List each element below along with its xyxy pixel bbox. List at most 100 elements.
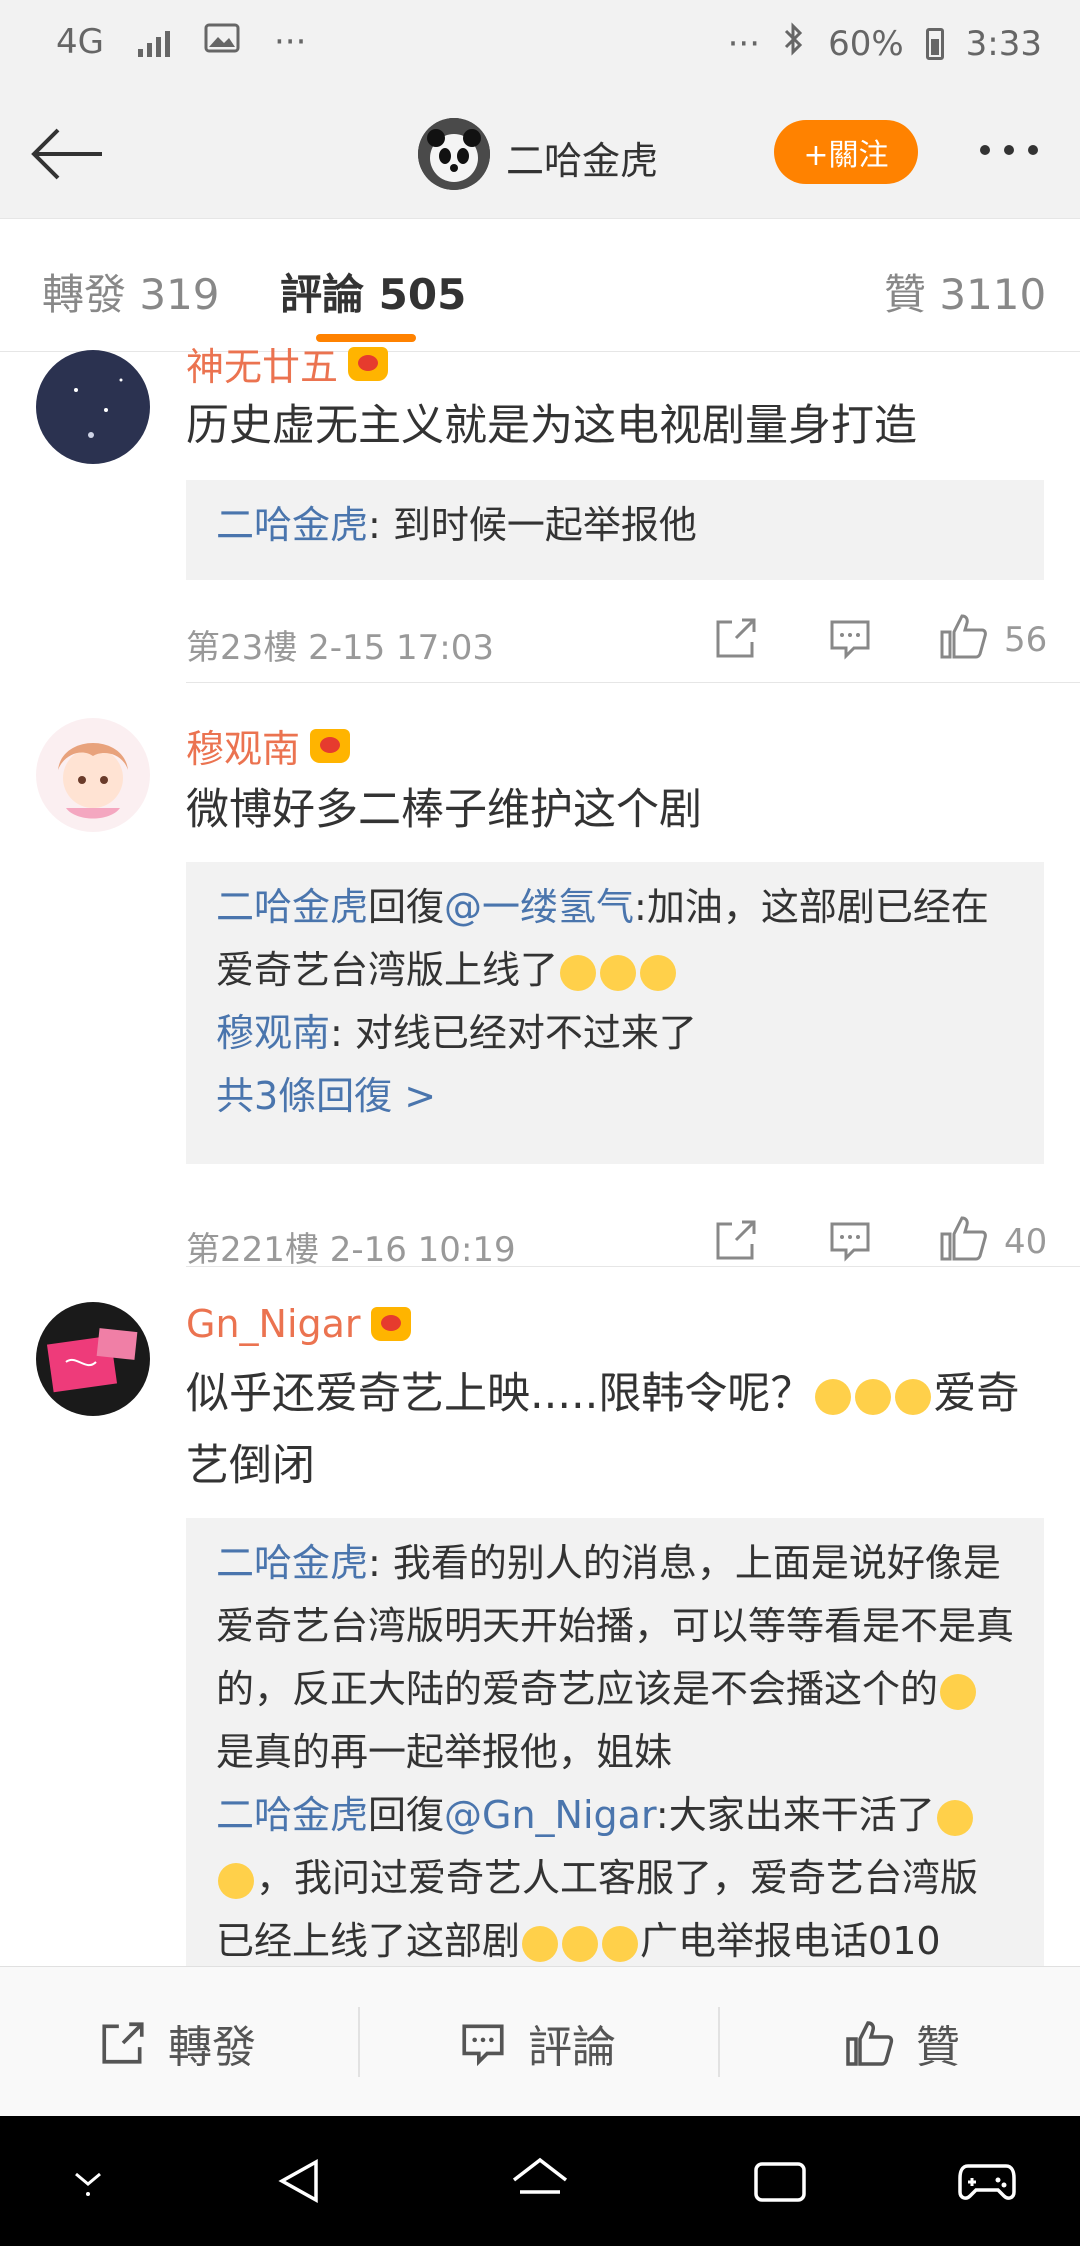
commenter-avatar[interactable]: [36, 718, 150, 832]
game-tools-icon[interactable]: [958, 2156, 1016, 2206]
thumbs-up-icon: [846, 2021, 894, 2066]
back-arrow-icon[interactable]: [28, 122, 108, 186]
tab-reposts[interactable]: 轉發 319: [42, 261, 220, 322]
clock: 3:33: [965, 23, 1042, 64]
doge-emoji-icon: [940, 1673, 977, 1710]
top-nav: 二哈金虎 +關注: [0, 90, 1080, 218]
share-icon[interactable]: [712, 1216, 760, 1264]
tab-comments[interactable]: 評論 505: [280, 261, 466, 322]
crying-emoji-icon: [600, 954, 637, 991]
reply-author[interactable]: 穆观南: [216, 1011, 330, 1055]
repost-icon: [102, 2022, 144, 2064]
comment-meta: 第221樓 2-16 10:19 40: [186, 1212, 1048, 1272]
reply-line: 二哈金虎回復@一缕氢气:加油，这部剧已经在爱奇艺台湾版上线了: [216, 876, 1014, 1002]
like-button[interactable]: 贊: [844, 2011, 960, 2075]
reply-word: 回復: [368, 1793, 445, 1837]
comment-text: 微博好多二棒子维护这个剧: [186, 785, 702, 835]
tab-likes[interactable]: 贊 3110: [884, 261, 1046, 322]
scared-emoji-icon: [218, 1862, 254, 1899]
reply-text: : 对线已经对不过来了: [330, 1011, 697, 1055]
reply-line: 穆观南: 对线已经对不过来了: [216, 1002, 1014, 1065]
dizzy-emoji-icon: [602, 1925, 639, 1962]
more-options-icon[interactable]: [980, 130, 1050, 170]
repost-button[interactable]: 轉發: [98, 2011, 256, 2075]
reply-line: 二哈金虎: 我看的别人的消息，上面是说好像是爱奇艺台湾版明天开始播，可以等等看是…: [216, 1532, 1014, 1784]
repost-label: 轉發: [168, 2022, 256, 2073]
like-count: 40: [1004, 1222, 1048, 1262]
bluetooth-icon: [782, 22, 806, 65]
vip-crown-icon: [370, 1307, 411, 1341]
reply-line: 二哈金虎回復@Gn_Nigar:大家出来干活了，我问过爱奇艺人工客服了，爱奇艺台…: [216, 1784, 1014, 1973]
tab-bar: 轉發 319 評論 505 贊 3110: [0, 218, 1080, 352]
recents-nav-icon[interactable]: [752, 2156, 808, 2206]
comment-button[interactable]: 評論: [458, 2011, 616, 2075]
like-count: 56: [1004, 620, 1048, 660]
status-bar: 4G ··· ··· 60% 3:33: [0, 0, 1080, 90]
dizzy-emoji-icon: [522, 1925, 559, 1962]
reply-author[interactable]: 二哈金虎: [216, 503, 368, 547]
home-nav-icon[interactable]: [510, 2156, 570, 2206]
follow-button[interactable]: +關注: [774, 120, 918, 184]
reply-text: :大家出来干活了: [655, 1793, 935, 1837]
vip-crown-icon: [348, 346, 389, 381]
scared-emoji-icon: [936, 1799, 973, 1836]
network-type: 4G: [56, 22, 104, 62]
floor-and-time: 第23樓 2-15 17:03: [186, 628, 495, 668]
reply-author[interactable]: 二哈金虎: [216, 885, 368, 929]
author-name[interactable]: 二哈金虎: [506, 130, 658, 185]
floor-and-time: 第221樓 2-16 10:19: [186, 1230, 516, 1270]
comment-meta: 第23樓 2-15 17:03 56: [186, 610, 1048, 670]
reply-text: 是真的再一起举报他，姐妹: [216, 1730, 673, 1774]
reply-author[interactable]: 二哈金虎: [216, 1541, 368, 1585]
reply-icon[interactable]: [826, 614, 874, 662]
crying-emoji-icon: [815, 1378, 852, 1415]
battery-icon: [925, 27, 944, 60]
like-icon[interactable]: [938, 610, 990, 662]
commenter-name[interactable]: Gn_Nigar: [186, 1302, 361, 1346]
hide-keyboard-icon[interactable]: [66, 2156, 110, 2200]
crying-emoji-icon: [560, 954, 597, 991]
comment-text-part: 似乎还爱奇艺上映.....限韩令呢？: [186, 1369, 814, 1419]
notification-overflow-right: ···: [727, 23, 761, 64]
author-avatar[interactable]: [418, 118, 490, 190]
battery-percent: 60%: [828, 23, 904, 64]
bottom-action-bar: 轉發 評論 贊: [0, 1966, 1080, 2117]
divider: [358, 2007, 360, 2077]
reply-mention[interactable]: @Gn_Nigar: [444, 1793, 656, 1837]
reply-icon[interactable]: [826, 1216, 874, 1264]
crying-emoji-icon: [895, 1378, 932, 1415]
reply-word: 回復: [368, 885, 445, 929]
crying-emoji-icon: [855, 1378, 892, 1415]
commenter-avatar[interactable]: [36, 1302, 150, 1416]
reply-author[interactable]: 二哈金虎: [216, 1793, 368, 1837]
comment-divider: [186, 1266, 1080, 1267]
reply-text: : 到时候一起举报他: [368, 503, 697, 547]
comment-icon: [462, 2024, 504, 2067]
dizzy-emoji-icon: [562, 1925, 599, 1962]
comment-divider: [186, 682, 1080, 683]
reply-box[interactable]: 二哈金虎: 我看的别人的消息，上面是说好像是爱奇艺台湾版明天开始播，可以等等看是…: [186, 1518, 1044, 1978]
commenter-avatar[interactable]: [36, 350, 150, 464]
commenter-name[interactable]: 穆观南: [186, 718, 300, 773]
gallery-icon: [204, 22, 240, 62]
comment-text: 历史虚无主义就是为这电视剧量身打造: [186, 401, 917, 451]
commenter-name[interactable]: 神无廿五: [186, 336, 338, 391]
vip-crown-icon: [310, 728, 351, 763]
system-nav-bar: [0, 2116, 1080, 2246]
reply-line: 二哈金虎: 到时候一起举报他: [216, 494, 1014, 557]
notification-overflow: ···: [273, 22, 307, 62]
like-label: 贊: [916, 2022, 960, 2073]
reply-box[interactable]: 二哈金虎: 到时候一起举报他: [186, 480, 1044, 580]
view-all-replies-link[interactable]: 共3條回復 >: [216, 1065, 1014, 1128]
signal-icon: [137, 27, 170, 57]
crying-emoji-icon: [640, 954, 677, 991]
share-icon[interactable]: [712, 614, 760, 662]
like-icon[interactable]: [938, 1212, 990, 1264]
divider: [718, 2007, 720, 2077]
comment-text: 似乎还爱奇艺上映.....限韩令呢？ 爱奇艺倒闭: [186, 1358, 1046, 1502]
comment-label: 評論: [528, 2022, 616, 2073]
reply-box[interactable]: 二哈金虎回復@一缕氢气:加油，这部剧已经在爱奇艺台湾版上线了 穆观南: 对线已经…: [186, 862, 1044, 1164]
back-nav-icon[interactable]: [274, 2156, 324, 2206]
reply-text: 广电举报电话010: [640, 1919, 941, 1963]
reply-mention[interactable]: @一缕氢气: [444, 885, 634, 929]
